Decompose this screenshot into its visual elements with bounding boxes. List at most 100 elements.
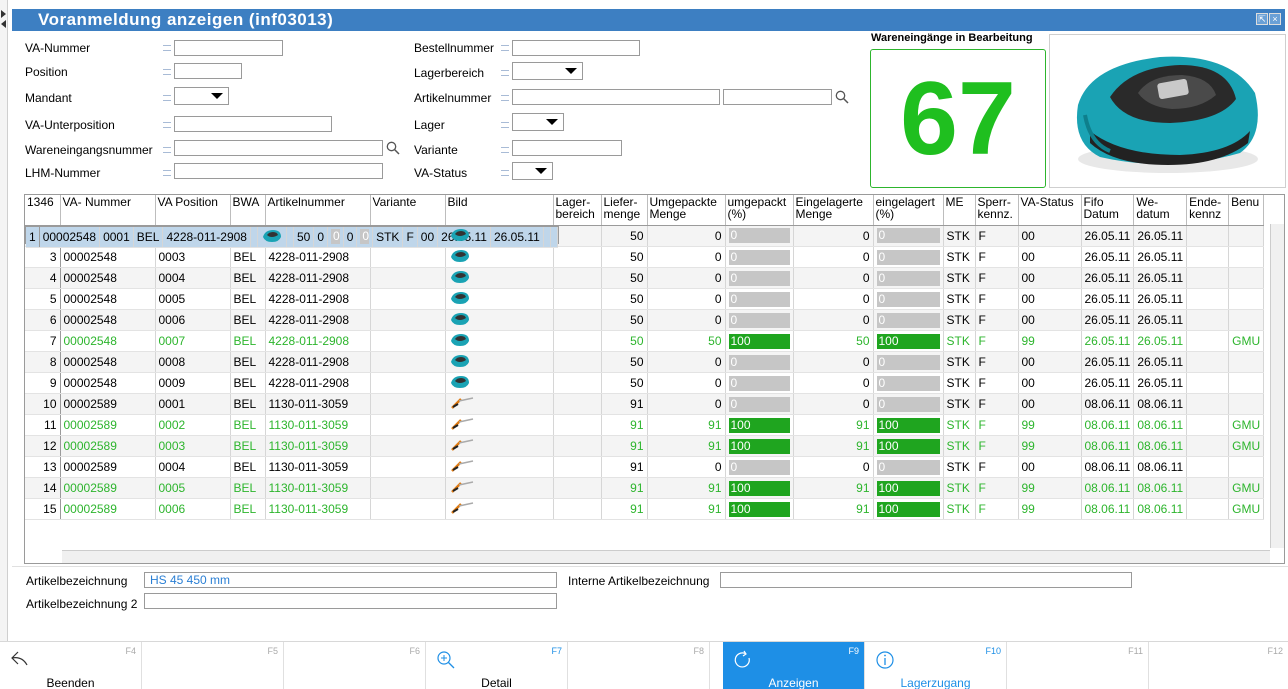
column-header[interactable]: Benu: [1228, 195, 1265, 226]
artikelbezeichnung-field[interactable]: HS 45 450 mm: [144, 572, 557, 588]
progress-bar: 100: [728, 417, 790, 433]
liefermenge-cell: 50: [601, 267, 648, 289]
column-header[interactable]: VA Position: [155, 195, 231, 226]
fifo-datum-cell: 08.06.11: [1081, 435, 1135, 457]
column-header[interactable]: Variante: [370, 195, 446, 226]
position-input[interactable]: [174, 63, 242, 79]
column-header[interactable]: Artikelnummer: [265, 195, 371, 226]
table-row[interactable]: 6 00002548 0006 BEL 4228-011-2908 50 0 0 0 0 STK F 0…: [25, 309, 1265, 331]
endekennz-cell: [1186, 435, 1230, 457]
artikelnummer-cell: 4228-011-2908: [265, 246, 371, 268]
we-datum-cell: 08.06.11: [1133, 393, 1188, 415]
column-header[interactable]: Ende- kennz: [1186, 195, 1230, 226]
progress-bar: 0: [728, 396, 790, 412]
fkey-f8[interactable]: F8: [568, 642, 710, 689]
umgepackte-menge-cell: 0: [313, 226, 329, 248]
artikelnummer-variante-input[interactable]: [723, 89, 832, 105]
table-row[interactable]: 14 00002589 0005 BEL 1130-011-3059 91 91 100 91 1…: [25, 477, 1265, 499]
sperrkennz-cell: F: [975, 414, 1019, 436]
progress-bar: 0: [876, 291, 940, 307]
column-header[interactable]: Liefer- menge: [601, 195, 648, 226]
lager-select[interactable]: [512, 113, 564, 131]
column-header[interactable]: Umgepackte Menge: [647, 195, 726, 226]
table-row[interactable]: 7 00002548 0007 BEL 4228-011-2908 50 50 100 50 10…: [25, 330, 1265, 352]
column-header[interactable]: VA-Status: [1018, 195, 1082, 226]
search-icon[interactable]: [835, 90, 849, 104]
endekennz-cell: [1186, 498, 1230, 520]
function-key-bar: F4 Beenden F5 F6 F7 Detail F8 F9 Anzeige…: [0, 641, 1288, 689]
fkey-f4-beenden[interactable]: F4 Beenden: [0, 642, 142, 689]
interne-artikelbezeichnung-field[interactable]: [720, 572, 1132, 588]
umgepackte-menge-cell: 91: [647, 414, 726, 436]
va-status-select[interactable]: [512, 162, 553, 180]
eingelagert-percent-cell: 0: [873, 309, 944, 331]
table-row[interactable]: 13 00002589 0004 BEL 1130-011-3059 91 0 0 0 0 STK F…: [25, 456, 1265, 478]
table-row[interactable]: 12 00002589 0003 BEL 1130-011-3059 91 91 100 91 1…: [25, 435, 1265, 457]
va-unterposition-input[interactable]: [174, 116, 332, 132]
pin-icon[interactable]: ⇱: [1256, 13, 1268, 25]
fifo-datum-cell: 08.06.11: [1081, 477, 1135, 499]
row-number: 5: [25, 288, 61, 310]
bwa-cell: BEL: [230, 498, 266, 520]
search-icon[interactable]: [386, 141, 400, 155]
column-header[interactable]: We- datum: [1133, 195, 1188, 226]
product-image-cell: [445, 372, 554, 394]
progress-bar: 100: [876, 501, 940, 517]
column-header[interactable]: Bild: [445, 195, 554, 226]
mandant-select[interactable]: [174, 87, 229, 105]
va-nummer-input[interactable]: [174, 40, 283, 56]
column-header[interactable]: ME: [943, 195, 976, 226]
column-header[interactable]: eingelagert (%): [873, 195, 944, 226]
column-header[interactable]: umgepackt (%): [725, 195, 794, 226]
variante-input[interactable]: [512, 140, 622, 156]
column-header[interactable]: Fifo Datum: [1081, 195, 1135, 226]
fkey-f10-lagerzugang[interactable]: F10 Lagerzugang: [865, 642, 1007, 689]
table-row[interactable]: 10 00002589 0001 BEL 1130-011-3059 91 0 0 0 0 STK F…: [25, 393, 1265, 415]
left-collapse-handle[interactable]: [0, 0, 8, 689]
table-row[interactable]: 15 00002589 0006 BEL 1130-011-3059 91 91 100 91 1…: [25, 498, 1265, 520]
column-header[interactable]: BWA: [230, 195, 266, 226]
variante-cell: [370, 351, 446, 373]
eingelagerte-menge-cell: 0: [343, 226, 358, 248]
table-horizontal-scrollbar[interactable]: [62, 550, 1270, 563]
column-header[interactable]: Eingelagerte Menge: [793, 195, 874, 226]
fkey-f12[interactable]: F12: [1146, 642, 1288, 689]
fkey-f5[interactable]: F5: [142, 642, 284, 689]
fkey-f11[interactable]: F11: [1007, 642, 1149, 689]
fkey-f6[interactable]: F6: [284, 642, 426, 689]
collapse-left-icon: [1, 20, 6, 28]
umgepackt-percent-cell: 0: [725, 393, 794, 415]
lhm-nummer-input[interactable]: [174, 163, 383, 179]
column-header[interactable]: VA- Nummer: [60, 195, 156, 226]
variante-cell: [370, 435, 446, 457]
bwa-cell: BEL: [230, 309, 266, 331]
table-row[interactable]: 11 00002589 0002 BEL 1130-011-3059 91 91 100 91 1…: [25, 414, 1265, 436]
table-row[interactable]: 4 00002548 0004 BEL 4228-011-2908 50 0 0 0 0 STK F 0…: [25, 267, 1265, 289]
table-row[interactable]: 1 00002548 0001 BEL 4228-011-2908 50 0 0 0 0 STK F 0…: [25, 225, 559, 248]
column-header[interactable]: Sperr- kennz.: [975, 195, 1019, 226]
close-icon[interactable]: ×: [1269, 13, 1281, 25]
table-row[interactable]: 3 00002548 0003 BEL 4228-011-2908 50 0 0 0 0 STK F 0…: [25, 246, 1265, 268]
lager-label: Lager: [414, 118, 445, 132]
endekennz-cell: [1186, 372, 1230, 394]
table-row[interactable]: 9 00002548 0009 BEL 4228-011-2908 50 0 0 0 0 STK F 0…: [25, 372, 1265, 394]
progress-bar: 0: [876, 396, 940, 412]
progress-bar: 0: [876, 459, 940, 475]
table-row[interactable]: 8 00002548 0008 BEL 4228-011-2908 50 0 0 0 0 STK F 0…: [25, 351, 1265, 373]
table-vertical-scrollbar[interactable]: [1270, 224, 1284, 548]
wareneingaenge-panel: Wareneingänge in Bearbeitung 67: [870, 32, 1046, 188]
field-help-icon: [163, 95, 171, 101]
progress-bar: 0: [360, 229, 370, 245]
artikelnummer-input[interactable]: [512, 89, 720, 105]
column-header[interactable]: Lager- bereich: [553, 195, 602, 226]
position-cell: 0008: [155, 351, 231, 373]
liefermenge-cell: 50: [601, 330, 648, 352]
sperrkennz-cell: F: [975, 372, 1019, 394]
table-row[interactable]: 5 00002548 0005 BEL 4228-011-2908 50 0 0 0 0 STK F 0…: [25, 288, 1265, 310]
artikelbezeichnung2-field[interactable]: [144, 593, 557, 609]
fkey-f9-anzeigen[interactable]: F9 Anzeigen: [723, 642, 865, 689]
bestellnummer-input[interactable]: [512, 40, 640, 56]
fkey-f7-detail[interactable]: F7 Detail: [426, 642, 568, 689]
lagerbereich-select[interactable]: [512, 62, 583, 80]
wareneingangsnummer-input[interactable]: [174, 140, 383, 156]
